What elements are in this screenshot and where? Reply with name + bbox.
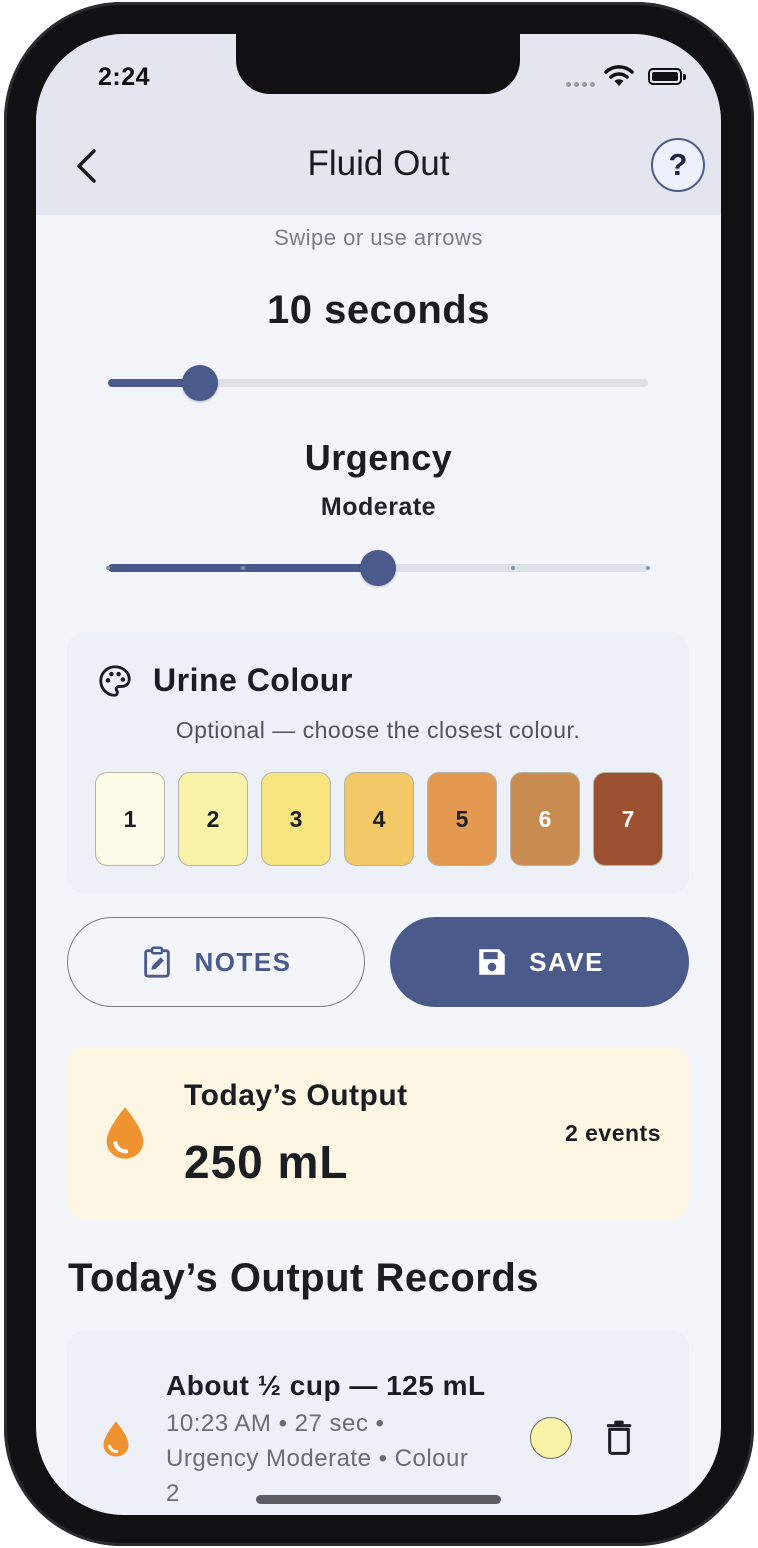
help-label: ?	[668, 147, 688, 182]
todays-output-events: 2 events	[564, 1120, 661, 1146]
notch	[236, 34, 520, 94]
cellular-signal-icon	[566, 82, 595, 87]
todays-output-label: Today’s Output	[184, 1079, 408, 1112]
water-drop-icon	[106, 1107, 144, 1159]
water-drop-icon	[103, 1421, 129, 1457]
app-screen: 2:24 Fluid Out ? Swipe or use arrows 10 …	[36, 34, 721, 1515]
urgency-title: Urgency	[304, 437, 453, 478]
colour-swatch-1[interactable]: 1	[95, 772, 165, 866]
duration-hint: Swipe or use arrows	[274, 225, 483, 250]
colour-swatch-4[interactable]: 4	[344, 772, 414, 866]
record-colour-swatch	[530, 1417, 572, 1459]
duration-slider[interactable]	[108, 365, 648, 401]
urgency-tick	[511, 566, 515, 570]
duration-slider-thumb[interactable]	[181, 365, 218, 401]
notes-button[interactable]: NOTES	[67, 917, 365, 1007]
todays-output-value: 250 mL	[184, 1136, 349, 1188]
urgency-tick	[646, 566, 650, 570]
trash-icon	[606, 1420, 632, 1455]
phone-device: 2:24 Fluid Out ? Swipe or use arrows 10 …	[0, 0, 758, 1548]
record-meta-line: Urgency Moderate • Colour	[166, 1445, 469, 1472]
page-title: Fluid Out	[307, 144, 450, 183]
clipboard-edit-icon	[144, 946, 171, 978]
urgency-tick	[106, 566, 110, 570]
palette-icon	[99, 664, 131, 697]
urine-colour-subtitle: Optional — choose the closest colour.	[175, 717, 581, 743]
urgency-value: Moderate	[320, 493, 437, 521]
colour-swatch-row: 1234567	[95, 772, 663, 866]
colour-swatch-6[interactable]: 6	[510, 772, 580, 866]
record-title: About ½ cup — 125 mL	[166, 1370, 486, 1401]
records-section-title: Today’s Output Records	[68, 1256, 540, 1300]
urine-colour-header: Urine Colour	[97, 662, 353, 699]
record-meta-line: 10:23 AM • 27 sec •	[166, 1410, 385, 1437]
delete-record-button[interactable]	[605, 1419, 633, 1460]
urgency-slider-thumb[interactable]	[360, 550, 396, 586]
urine-colour-title: Urine Colour	[153, 662, 353, 698]
notes-label: NOTES	[194, 946, 292, 977]
colour-swatch-2[interactable]: 2	[178, 772, 248, 866]
home-indicator	[256, 1495, 501, 1504]
battery-icon	[648, 68, 686, 85]
duration-value: 10 seconds	[267, 288, 490, 332]
colour-swatch-3[interactable]: 3	[261, 772, 331, 866]
wifi-icon	[604, 64, 634, 93]
save-button[interactable]: SAVE	[390, 917, 689, 1007]
status-time: 2:24	[98, 63, 151, 91]
help-button[interactable]: ?	[651, 138, 705, 192]
urine-colour-card: Urine Colour Optional — choose the close…	[67, 632, 689, 894]
urgency-tick	[241, 566, 245, 570]
save-label: SAVE	[529, 946, 604, 977]
record-item[interactable]: About ½ cup — 125 mL 10:23 AM • 27 sec •…	[67, 1330, 689, 1515]
record-meta-line: 2	[166, 1480, 180, 1507]
colour-swatch-7[interactable]: 7	[593, 772, 663, 866]
colour-swatch-5[interactable]: 5	[427, 772, 497, 866]
todays-output-card: Today’s Output 250 mL 2 events	[67, 1047, 689, 1219]
urgency-slider[interactable]	[106, 550, 650, 586]
save-icon	[479, 949, 505, 975]
